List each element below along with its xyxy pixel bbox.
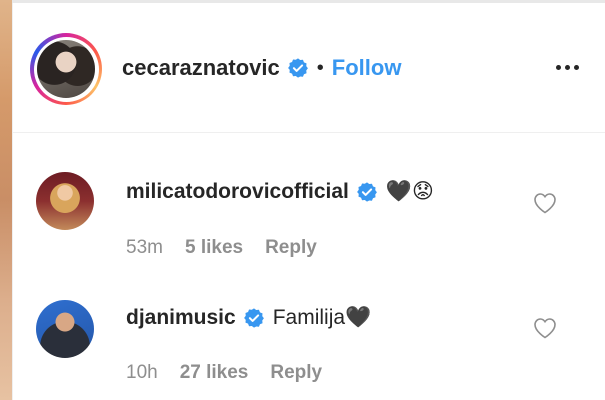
comment-meta: 10h 27 likes Reply — [126, 362, 322, 384]
avatar[interactable] — [37, 40, 95, 98]
header-user-row: cecaraznatovic • Follow — [122, 54, 401, 82]
verified-badge-icon — [243, 308, 264, 328]
comment-username[interactable]: djanimusic — [126, 304, 236, 332]
more-dot — [565, 65, 570, 70]
comment-text: 🖤😟 — [385, 180, 434, 203]
heart-icon[interactable] — [533, 317, 557, 339]
comment-likes[interactable]: 27 likes — [180, 362, 249, 384]
comment-time[interactable]: 53m — [126, 237, 163, 259]
more-dot — [574, 65, 579, 70]
background-photo-edge — [0, 0, 12, 400]
story-ring-gap — [33, 36, 99, 102]
header-separator: • — [316, 57, 324, 79]
comment-username[interactable]: milicatodorovicofficial — [126, 178, 349, 206]
comment-likes[interactable]: 5 likes — [185, 237, 243, 259]
header-username[interactable]: cecaraznatovic — [122, 54, 280, 82]
comment-item: djanimusic Familija🖤 10h 27 likes Reply — [12, 264, 605, 394]
avatar[interactable] — [36, 172, 94, 230]
verified-badge-icon — [356, 182, 377, 202]
reply-button[interactable]: Reply — [265, 237, 317, 259]
heart-icon[interactable] — [533, 192, 557, 214]
comment-line: milicatodorovicofficial 🖤😟 — [126, 178, 434, 206]
comment-item: milicatodorovicofficial 🖤😟 53m 5 likes R… — [12, 134, 605, 264]
more-options-icon[interactable] — [556, 65, 579, 70]
comment-text: Familija🖤 — [272, 306, 372, 329]
reply-button[interactable]: Reply — [270, 362, 322, 384]
comment-time[interactable]: 10h — [126, 362, 158, 384]
more-dot — [556, 65, 561, 70]
avatar[interactable] — [36, 300, 94, 358]
verified-badge-icon — [287, 58, 308, 78]
comment-meta: 53m 5 likes Reply — [126, 237, 317, 259]
comment-line: djanimusic Familija🖤 — [126, 304, 371, 332]
story-ring[interactable] — [30, 33, 102, 105]
post-header: cecaraznatovic • Follow — [12, 3, 605, 133]
follow-button[interactable]: Follow — [332, 54, 402, 82]
